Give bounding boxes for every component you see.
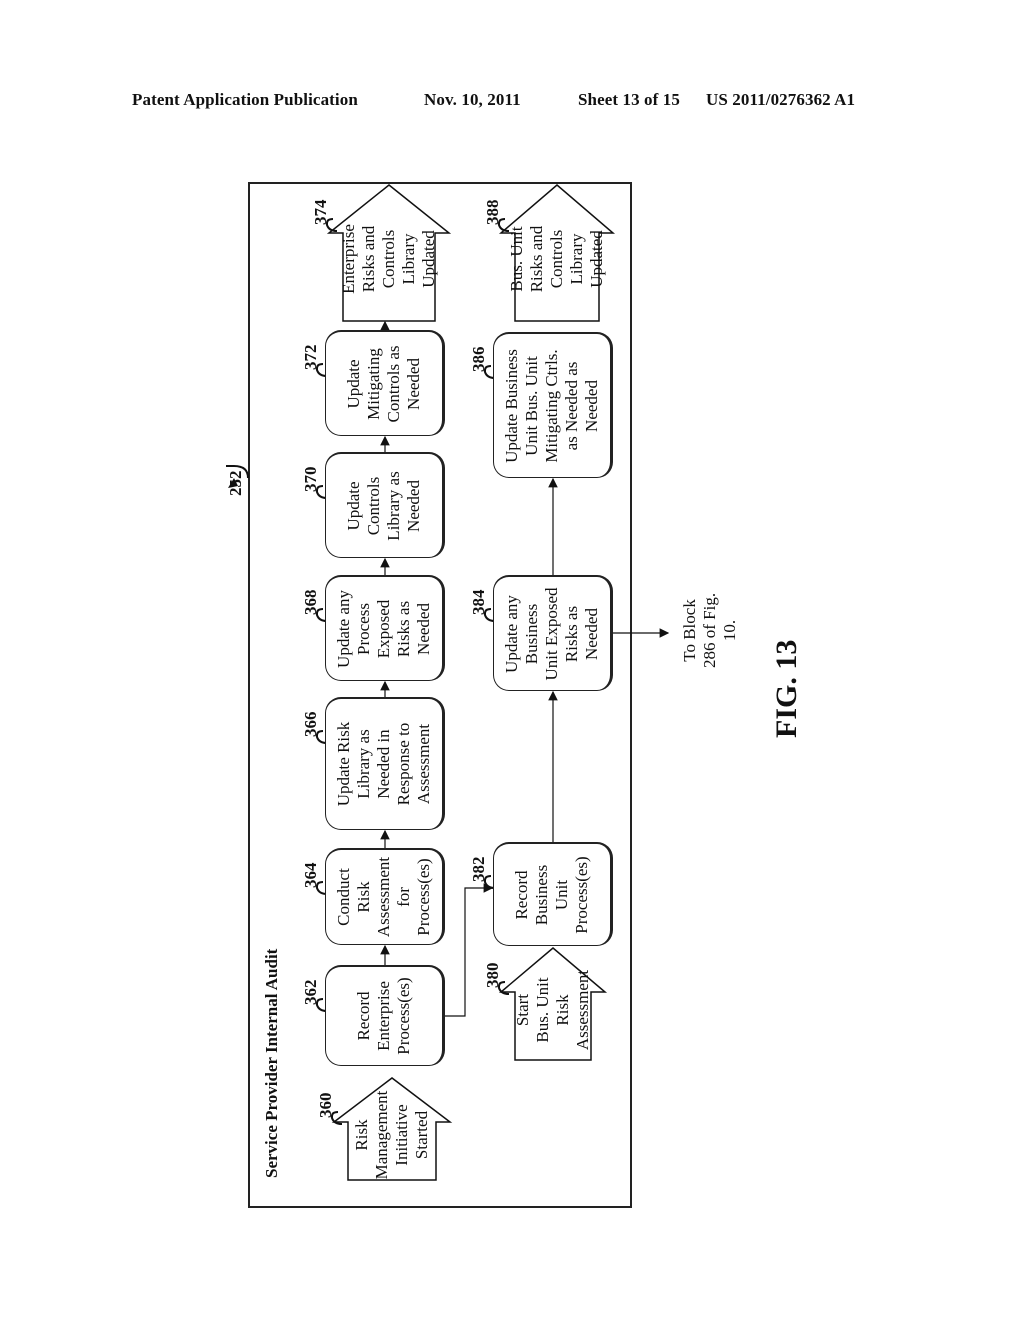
process-box-label: Update Mitigating Controls as Needed <box>344 345 423 422</box>
ref-label-364: 364 <box>301 862 320 889</box>
ref-label-374: 374 <box>311 199 330 226</box>
process-box-368: Update any Process Exposed Risks as Need… <box>325 575 445 681</box>
process-box-label: Update any Process Exposed Risks as Need… <box>334 589 433 668</box>
process-box-label: Update Risk Library as Needed in Respons… <box>334 721 433 807</box>
process-box-370: Update Controls Library as Needed <box>325 452 445 558</box>
ref-label-366: 366 <box>301 711 320 738</box>
terminal-label: Start Bus. Unit Risk Assessment <box>513 969 592 1050</box>
ref-label-382: 382 <box>469 856 488 883</box>
terminal-label-wrap-388: Bus. Unit Risks and Controls Library Upd… <box>507 197 607 321</box>
process-box-364: Conduct Risk Assessment for Process(es) <box>325 848 445 945</box>
flow-arrow-362-to-382 <box>445 883 494 1017</box>
ref-label-370: 370 <box>301 466 320 493</box>
terminal-label: Enterprise Risks and Controls Library Up… <box>339 224 438 294</box>
process-box-362: Record Enterprise Process(es) <box>325 965 445 1066</box>
ref-label-368: 368 <box>301 589 320 616</box>
ref-label-384: 384 <box>469 589 488 616</box>
terminal-label-wrap-380: Start Bus. Unit Risk Assessment <box>507 959 599 1060</box>
ref-label-386: 386 <box>469 346 488 373</box>
figure-label: FIG. 13 <box>770 639 803 738</box>
terminal-label: Bus. Unit Risks and Controls Library Upd… <box>507 225 606 293</box>
ref-label-360: 360 <box>316 1092 335 1119</box>
terminal-label-wrap-360: Risk Management Initiative Started <box>340 1089 444 1180</box>
flow-diagram: Service Provider Internal Audit Risk Man… <box>0 0 1024 1320</box>
process-box-372: Update Mitigating Controls as Needed <box>325 330 445 436</box>
terminal-label: Risk Management Initiative Started <box>352 1090 431 1179</box>
off-page-connector-label: To Block 286 of Fig. 10. <box>680 592 739 668</box>
process-box-label: Update any Business Unit Exposed Risks a… <box>502 586 601 681</box>
ref-label-362: 362 <box>301 979 320 1006</box>
ref-label-252: 252 <box>226 470 245 497</box>
process-box-label: Update Controls Library as Needed <box>344 470 423 541</box>
process-box-label: Conduct Risk Assessment for Process(es) <box>334 856 433 938</box>
process-box-label: Update Business Unit Bus. Unit Mitigatin… <box>502 348 601 463</box>
terminal-label-wrap-374: Enterprise Risks and Controls Library Up… <box>335 197 443 321</box>
process-box-366: Update Risk Library as Needed in Respons… <box>325 697 445 830</box>
ref-label-380: 380 <box>483 962 502 989</box>
ref-label-372: 372 <box>301 344 320 371</box>
process-box-382: Record Business Unit Process(es) <box>493 842 613 946</box>
process-box-384: Update any Business Unit Exposed Risks a… <box>493 575 613 691</box>
process-box-386: Update Business Unit Bus. Unit Mitigatin… <box>493 332 613 478</box>
process-box-label: Record Enterprise Process(es) <box>354 977 413 1055</box>
ref-label-388: 388 <box>483 199 502 226</box>
process-box-label: Record Business Unit Process(es) <box>512 855 591 934</box>
